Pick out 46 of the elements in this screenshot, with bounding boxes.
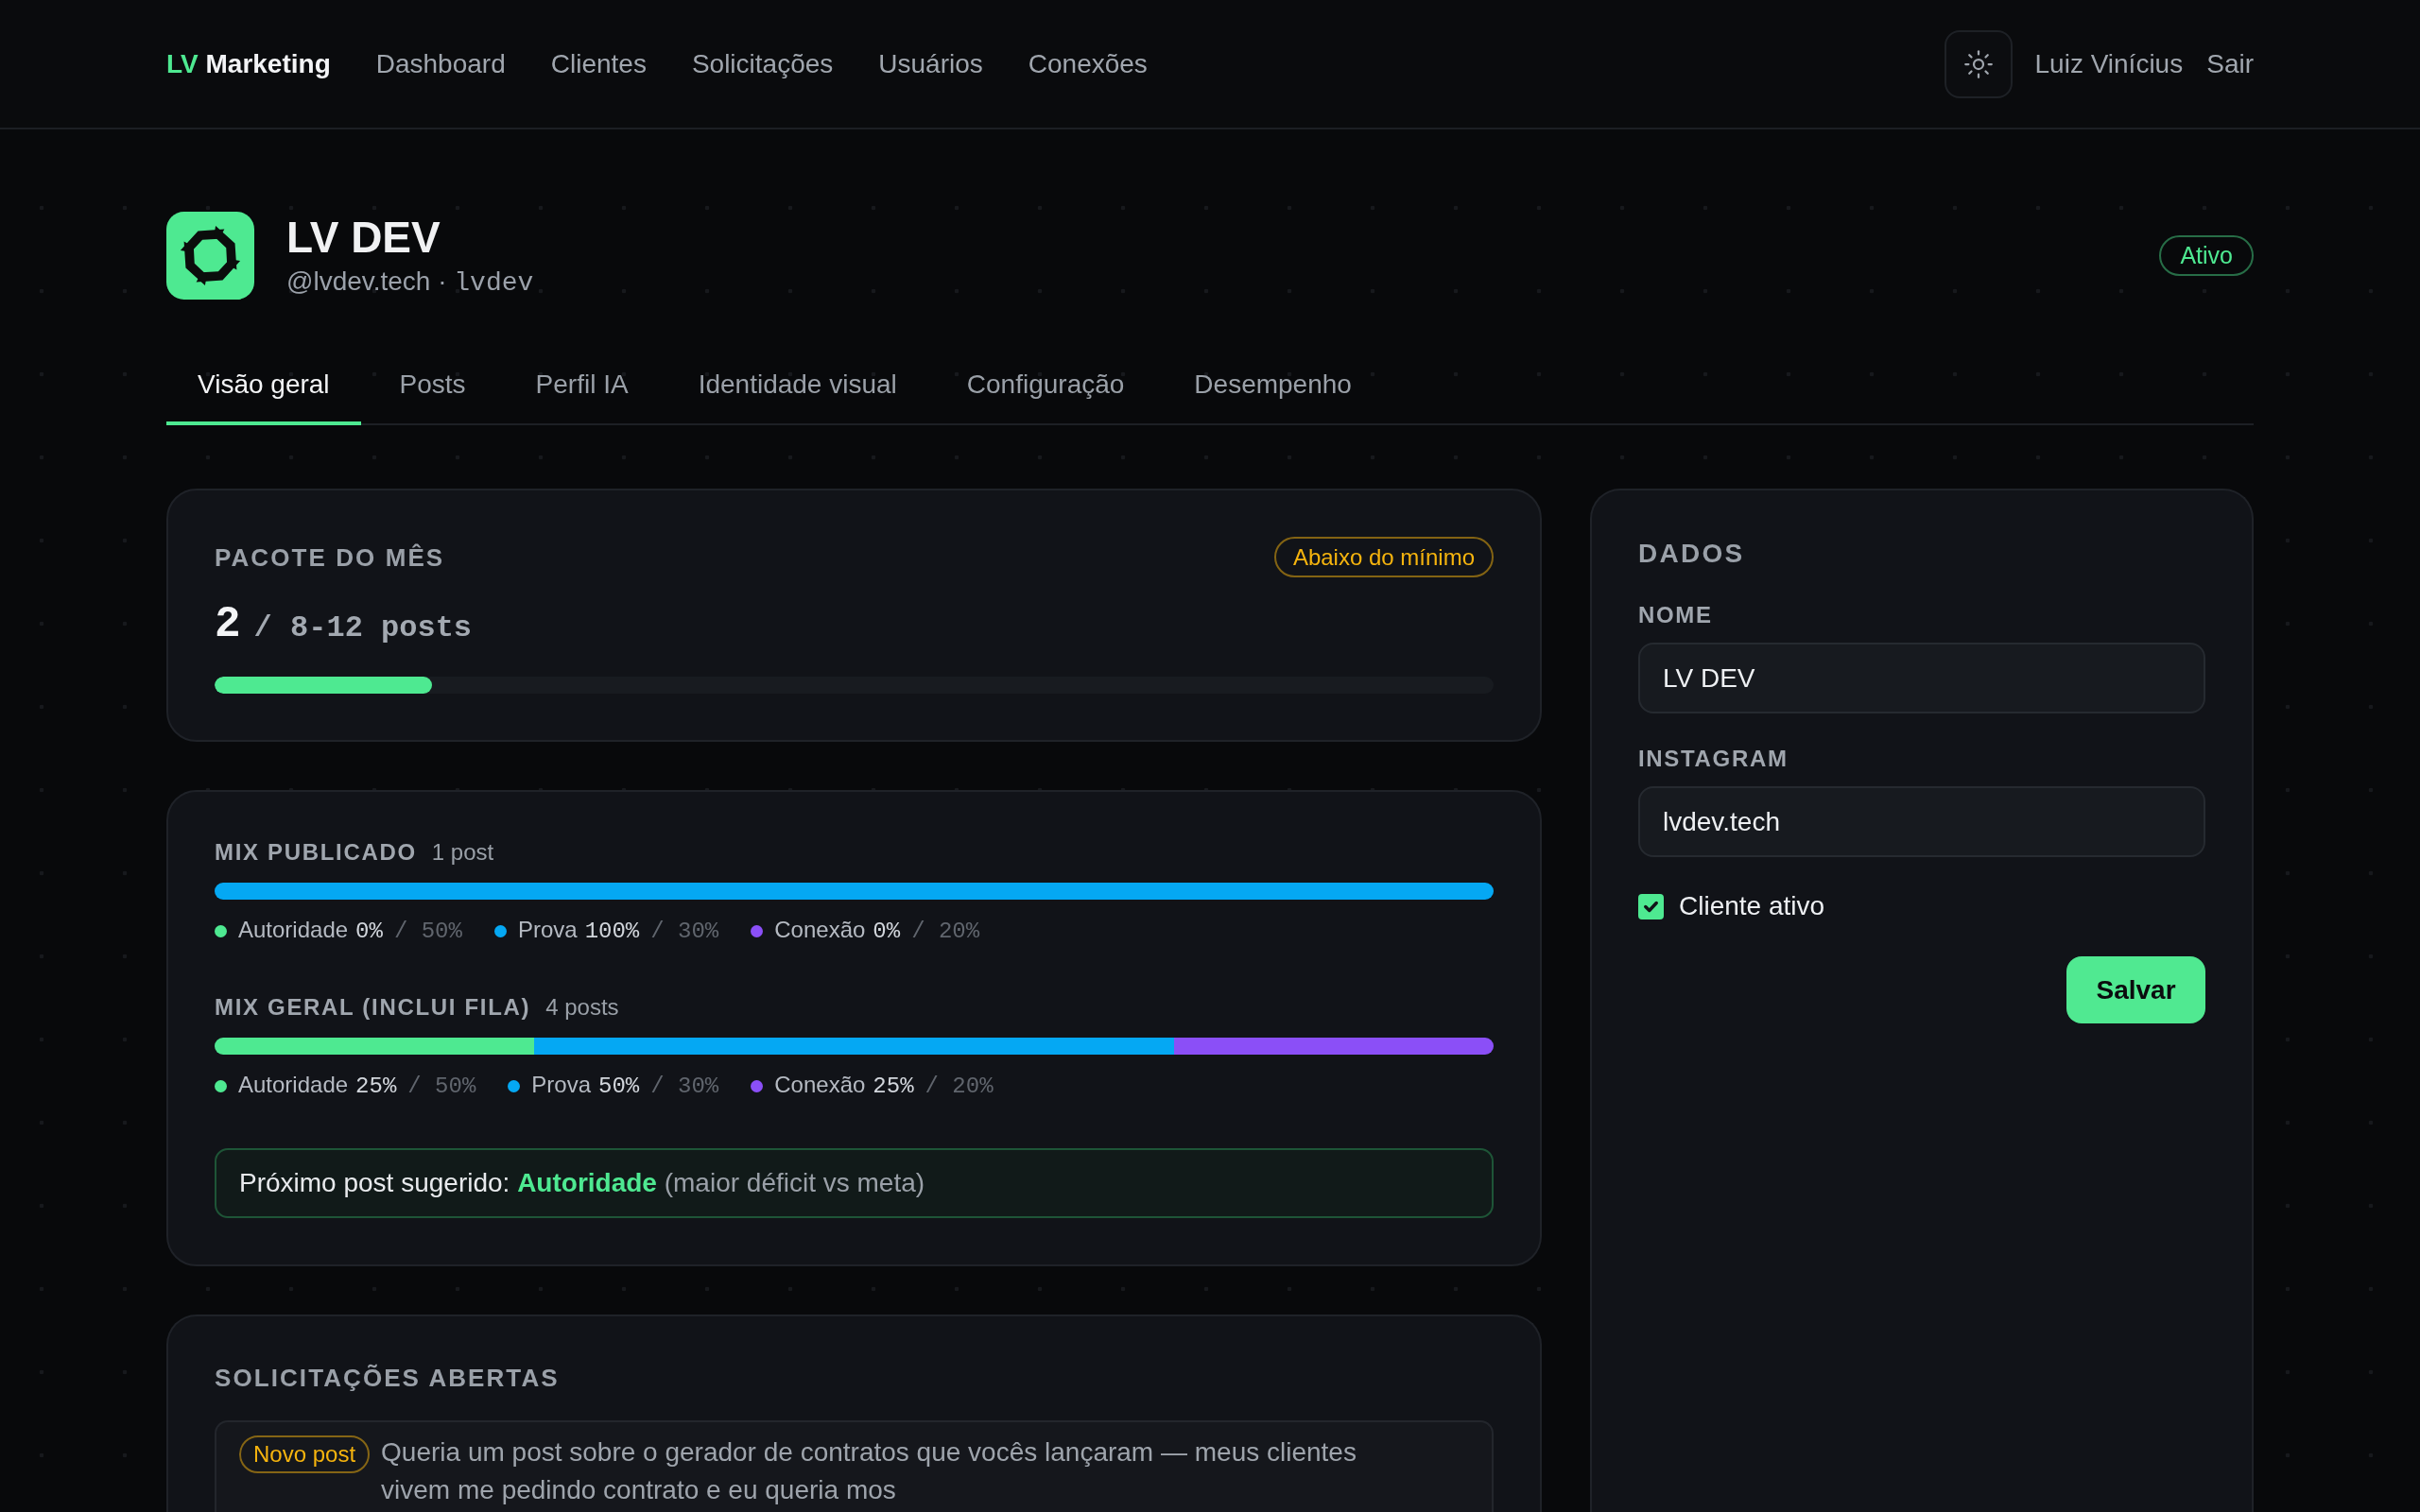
tab[interactable]: Desempenho: [1163, 348, 1383, 425]
post-count: 2 / 8-12 posts: [215, 599, 473, 651]
section-title: DADOS: [1638, 538, 1746, 570]
post-count: 4 posts: [545, 993, 619, 1022]
sun-icon: [1963, 49, 1993, 78]
nav-link[interactable]: Conexões: [1028, 43, 1148, 84]
tab[interactable]: Posts: [368, 348, 497, 425]
tab[interactable]: Identidade visual: [666, 348, 928, 425]
checkbox[interactable]: [1638, 893, 1664, 919]
client-logo-icon: [166, 212, 254, 300]
save-button[interactable]: Salvar: [2066, 956, 2205, 1023]
client-name: LV DEV: [286, 212, 441, 265]
input-field[interactable]: lvdev.tech: [1638, 786, 2205, 857]
nav-link[interactable]: Dashboard: [375, 43, 506, 84]
user-name: Luiz Vinícius: [2034, 47, 2184, 80]
section-title: MIX PUBLICADO: [215, 838, 417, 867]
brand-logo[interactable]: LV Marketing: [166, 43, 331, 84]
legend-label: Prova 50% / 30%: [531, 1071, 719, 1101]
legend-label: Autoridade 0% / 50%: [238, 916, 462, 946]
status-badge: Ativo: [2159, 235, 2254, 276]
legend-label: Prova 100% / 30%: [517, 916, 719, 946]
post-count: 1 post: [431, 838, 494, 867]
legend-label: Conexão 25% / 20%: [774, 1071, 994, 1101]
request-item[interactable]: Novo post Queria um post sobre o gerador de contratos que vocês lançaram — meus clientes vivem me pedindo contrato e eu queria mos: [215, 1420, 1494, 1512]
warning-badge: Abaixo do mínimo: [1273, 537, 1494, 577]
tab[interactable]: Perfil IA: [504, 348, 660, 425]
legend-label: Autoridade 25% / 50%: [238, 1071, 476, 1101]
request-text: Queria um post sobre o gerador de contratos que vocês lançaram — meus clientes vivem me pedindo contrato e eu queria mos: [381, 1436, 1357, 1506]
input-field[interactable]: LV DEV: [1638, 643, 2205, 713]
checkbox-label: Cliente ativo: [1679, 890, 1825, 922]
section-title: MIX GERAL (INCLUI FILA): [215, 993, 531, 1022]
nav-link[interactable]: Usuários: [878, 43, 983, 84]
tab[interactable]: Visão geral: [166, 348, 361, 425]
nav-link[interactable]: Clientes: [550, 43, 647, 84]
client-handle: @lvdev.tech · lvdev: [286, 265, 534, 300]
nav-link[interactable]: Solicitações: [691, 43, 834, 84]
field-label: NOME: [1638, 601, 1714, 629]
field-label: INSTAGRAM: [1638, 745, 1789, 773]
legend-label: Conexão 0% / 20%: [774, 916, 980, 946]
theme-toggle-button[interactable]: [1944, 29, 2013, 98]
section-title: PACOTE DO MÊS: [215, 541, 445, 573]
request-tag: Novo post: [239, 1435, 371, 1473]
logout-link[interactable]: Sair: [2206, 43, 2254, 84]
suggestion-text: Próximo post sugerido: Autoridade (maior déficit vs meta): [239, 1167, 926, 1199]
tab[interactable]: Configuração: [935, 348, 1156, 425]
section-title: SOLICITAÇÕES ABERTAS: [215, 1363, 561, 1393]
